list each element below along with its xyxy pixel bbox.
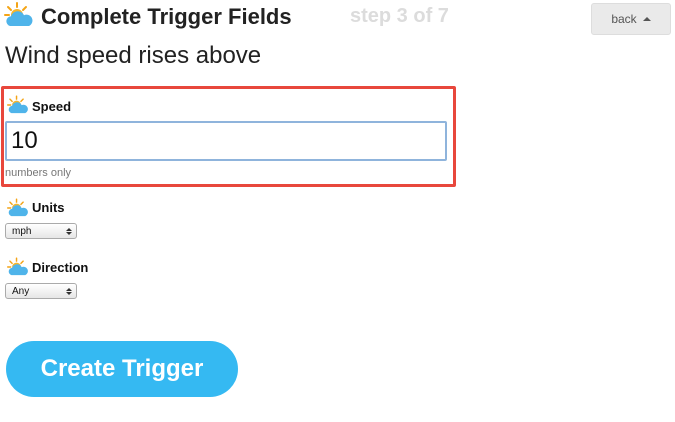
back-button-label: back (611, 12, 637, 26)
units-select-value: mph (12, 225, 32, 237)
select-arrows-icon (66, 287, 72, 295)
step-indicator: step 3 of 7 (350, 5, 449, 27)
units-select[interactable]: mph (5, 223, 77, 239)
weather-cloud-sun-icon (7, 198, 29, 218)
direction-select[interactable]: Any (5, 283, 77, 299)
create-trigger-button[interactable]: Create Trigger (6, 341, 238, 397)
units-label: Units (32, 200, 65, 215)
page-title: Complete Trigger Fields (41, 4, 292, 29)
back-button[interactable]: back (591, 3, 671, 35)
weather-cloud-sun-icon (4, 2, 34, 28)
speed-hint: numbers only (5, 167, 72, 179)
weather-cloud-sun-icon (7, 257, 29, 277)
select-arrows-icon (66, 227, 72, 235)
caret-up-icon (642, 16, 651, 21)
speed-label: Speed (32, 99, 72, 114)
direction-label: Direction (32, 260, 89, 275)
speed-input[interactable] (5, 121, 447, 161)
weather-cloud-sun-icon (7, 95, 29, 115)
direction-select-value: Any (12, 285, 30, 297)
trigger-description: Wind speed rises above (5, 42, 262, 69)
